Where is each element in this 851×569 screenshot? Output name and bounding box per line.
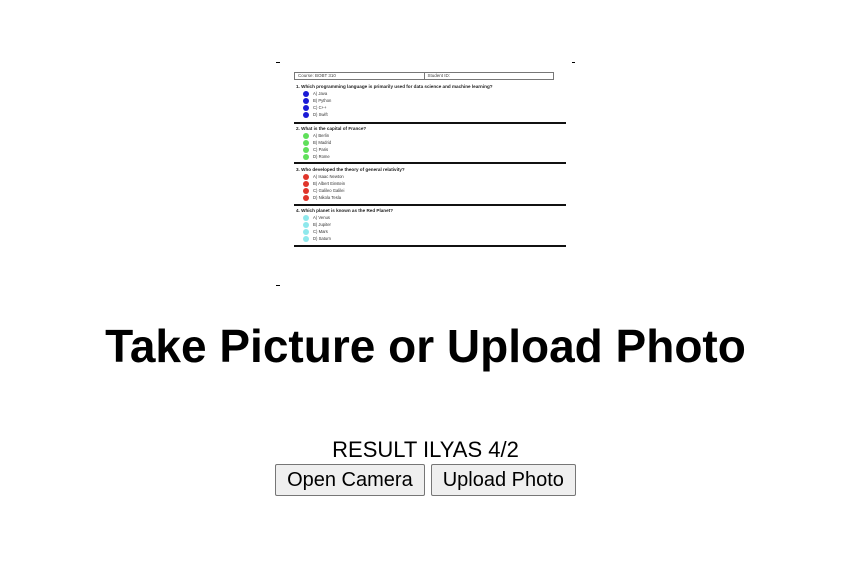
question-divider — [294, 204, 566, 206]
answer-bubble — [303, 90, 309, 97]
option-label: C) Galileo Galilei — [313, 187, 345, 193]
answer-option: B) Python — [294, 97, 566, 104]
option-label: C) Mars — [313, 228, 328, 234]
scan-corner-mark — [276, 62, 280, 63]
option-label: B) Albert Einstein — [313, 180, 346, 186]
option-label: B) Python — [313, 97, 332, 103]
answer-option: B) Jupiter — [294, 221, 566, 228]
option-label: B) Jupiter — [313, 221, 331, 227]
sheet-header: Course: BOBT 310 Student ID: — [294, 72, 554, 80]
answer-option: A) Venus — [294, 214, 566, 221]
answer-option: B) Madrid — [294, 139, 566, 146]
option-label: D) Rome — [313, 153, 330, 159]
answer-bubble — [303, 139, 309, 146]
option-label: A) Venus — [313, 214, 330, 220]
scanned-answer-sheet: Course: BOBT 310 Student ID: 1. Which pr… — [294, 72, 566, 250]
answer-option: C) Mars — [294, 228, 566, 235]
option-label: A) Isaac Newton — [313, 173, 344, 179]
open-camera-button[interactable]: Open Camera — [275, 464, 425, 496]
answer-option: C) Galileo Galilei — [294, 187, 566, 194]
sheet-student-id: Student ID: — [423, 73, 554, 79]
answer-option: B) Albert Einstein — [294, 180, 566, 187]
page-title: Take Picture or Upload Photo — [105, 320, 746, 372]
scan-corner-mark — [572, 62, 575, 63]
scan-corner-mark — [276, 285, 280, 286]
answer-option: A) Java — [294, 90, 566, 97]
option-label: C) C++ — [313, 104, 327, 110]
answer-bubble — [303, 180, 309, 187]
option-label: A) Java — [313, 90, 328, 96]
answer-bubble — [303, 173, 309, 180]
option-label: B) Madrid — [313, 139, 332, 145]
option-label: D) Saturn — [313, 235, 331, 241]
option-label: A) Berlin — [313, 132, 330, 138]
sheet-question: 4. Which planet is known as the Red Plan… — [294, 208, 566, 242]
answer-option: D) Swift — [294, 111, 566, 118]
sheet-question: 3. Who developed the theory of general r… — [294, 167, 566, 201]
result-text: RESULT ILYAS 4/2 — [332, 437, 519, 462]
answer-bubble — [303, 214, 309, 221]
page: Course: BOBT 310 Student ID: 1. Which pr… — [0, 0, 851, 569]
question-divider — [294, 122, 566, 124]
answer-option: D) Saturn — [294, 235, 566, 242]
answer-option: A) Isaac Newton — [294, 173, 566, 180]
sheet-question: 2. What is the capital of France? A) Ber… — [294, 126, 566, 160]
option-label: D) Swift — [313, 111, 328, 117]
answer-bubble — [303, 221, 309, 228]
upload-photo-button[interactable]: Upload Photo — [430, 464, 576, 496]
answer-bubble — [303, 111, 309, 118]
answer-option: D) Rome — [294, 153, 566, 160]
sheet-question: 1. Which programming language is primari… — [294, 84, 566, 118]
option-label: D) Nikola Tesla — [313, 194, 342, 200]
answer-bubble — [303, 97, 309, 104]
answer-bubble — [303, 146, 309, 153]
action-buttons: Open Camera Upload Photo — [0, 464, 851, 496]
question-divider — [294, 162, 566, 164]
answer-bubble — [303, 104, 309, 111]
answer-bubble — [303, 187, 309, 194]
answer-bubble — [303, 228, 309, 235]
answer-option: A) Berlin — [294, 132, 566, 139]
answer-option: D) Nikola Tesla — [294, 194, 566, 201]
answer-bubble — [303, 132, 309, 139]
question-divider — [294, 245, 566, 247]
answer-bubble — [303, 153, 309, 160]
sheet-course: Course: BOBT 310 — [298, 73, 336, 78]
answer-option: C) Paris — [294, 146, 566, 153]
option-label: C) Paris — [313, 146, 329, 152]
answer-bubble — [303, 194, 309, 201]
answer-bubble — [303, 235, 309, 242]
answer-option: C) C++ — [294, 104, 566, 111]
